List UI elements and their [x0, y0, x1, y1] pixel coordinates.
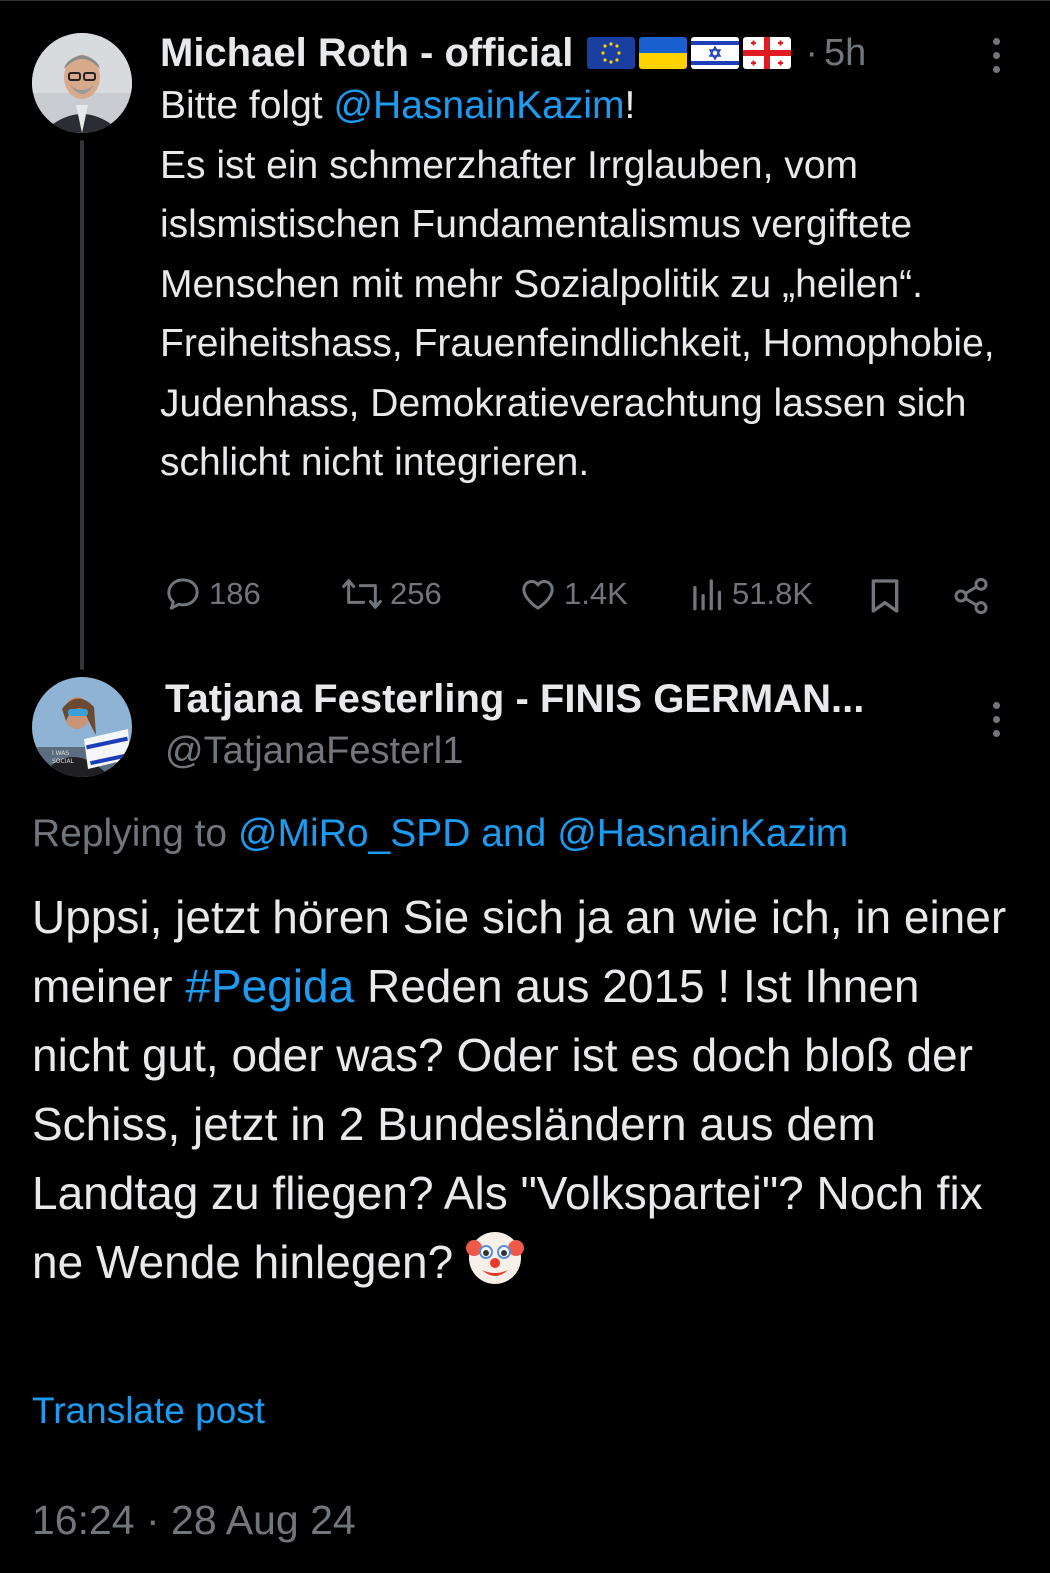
- translate-post-link[interactable]: Translate post: [32, 1386, 265, 1436]
- heart-icon: [522, 580, 554, 610]
- flag-emojis: [587, 37, 795, 69]
- reply-count: 186: [209, 576, 261, 611]
- like-button[interactable]: 1.4K: [518, 574, 628, 614]
- avatar-tatjana-festerling[interactable]: I WAS SOCIAL: [32, 677, 132, 777]
- pegida-hashtag-link[interactable]: #Pegida: [185, 960, 354, 1012]
- share-icon: [954, 577, 988, 615]
- reply-mention-hasnain[interactable]: @HasnainKazim: [557, 812, 848, 855]
- repost-count: 256: [390, 576, 442, 611]
- avatar-image: I WAS SOCIAL: [32, 677, 132, 777]
- israel-flag-icon: [691, 37, 740, 69]
- repost-button[interactable]: 256: [340, 574, 442, 614]
- view-count: 51.8K: [732, 576, 814, 611]
- post2-header: Tatjana Festerling - FINIS GERMAN...: [165, 673, 864, 725]
- post1-author-name[interactable]: Michael Roth - official: [160, 31, 573, 76]
- like-count: 1.4K: [564, 576, 628, 611]
- post1-body-text: Es ist ein schmerzhafter Irrglauben, vom…: [160, 143, 995, 485]
- ukraine-flag-icon: [639, 37, 688, 69]
- top-divider: [0, 0, 1050, 7]
- bookmark-button[interactable]: [866, 576, 904, 621]
- svg-text:I WAS: I WAS: [52, 750, 69, 757]
- post1-separator: ·: [805, 31, 819, 74]
- post1-time[interactable]: 5h: [824, 32, 866, 75]
- post2-handle[interactable]: @TatjanaFesterl1: [165, 726, 463, 776]
- avatar-michael-roth[interactable]: [32, 33, 132, 133]
- svg-text:SOCIAL: SOCIAL: [52, 758, 75, 765]
- avatar-image: [32, 33, 132, 133]
- views-icon: [693, 579, 722, 611]
- views-button[interactable]: 51.8K: [690, 574, 813, 614]
- repost-icon: [342, 579, 382, 609]
- post1-exclamation: !: [624, 84, 636, 127]
- post2-timestamp[interactable]: 16:24 · 28 Aug 24: [32, 1493, 356, 1547]
- bookmark-icon: [871, 579, 899, 613]
- replying-to: Replying to @MiRo_SPD and @HasnainKazim: [32, 808, 848, 860]
- post2-more-icon[interactable]: [990, 702, 1002, 737]
- post1-intro-text: Bitte folgt: [160, 84, 334, 127]
- post1-more-icon[interactable]: [990, 38, 1002, 73]
- post2-author-name[interactable]: Tatjana Festerling - FINIS GERMAN...: [165, 677, 864, 722]
- post1-first-line: Bitte folgt @HasnainKazim!: [160, 76, 1020, 136]
- reply-mention-miro[interactable]: @MiRo_SPD: [238, 812, 470, 855]
- post2-body-text: Uppsi, jetzt hören Sie sich ja an wie ic…: [32, 883, 1022, 1305]
- replying-to-label: Replying to: [32, 812, 238, 855]
- post1-header: Michael Roth - official · 5h: [160, 28, 866, 78]
- georgia-flag-icon: [743, 37, 792, 69]
- post1-content: Bitte folgt @HasnainKazim! Es ist ein sc…: [160, 76, 1020, 493]
- eu-flag-icon: [587, 37, 636, 69]
- clown-emoji-icon: [465, 1228, 524, 1305]
- reply-and-text: and: [470, 812, 558, 855]
- share-button[interactable]: [950, 576, 992, 621]
- reply-button[interactable]: 186: [163, 574, 261, 614]
- reply-icon: [167, 578, 199, 610]
- thread-connector-line: [80, 140, 84, 670]
- post1-mention-link[interactable]: @HasnainKazim: [333, 84, 624, 127]
